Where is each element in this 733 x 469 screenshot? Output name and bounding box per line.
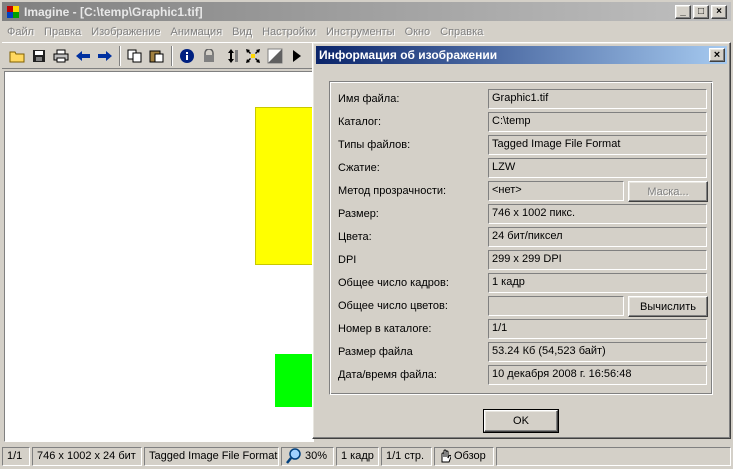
dialog-title: Информация об изображении <box>319 48 498 62</box>
field-row-filename: Имя файла: Graphic1.tif <box>336 89 708 111</box>
status-pages: 1/1 стр. <box>381 446 432 466</box>
field-value: LZW <box>488 158 707 178</box>
back-arrow-icon[interactable] <box>72 45 94 67</box>
field-value: 746 x 1002 пикс. <box>488 204 707 224</box>
image-canvas[interactable] <box>4 71 314 442</box>
print-icon[interactable] <box>50 45 72 67</box>
field-value: 1/1 <box>488 319 707 339</box>
status-view-mode[interactable]: Обзор <box>434 446 494 466</box>
image-info-dialog: Информация об изображении × Имя файла: G… <box>312 42 731 439</box>
play-icon[interactable] <box>286 45 308 67</box>
field-row-color-count: Общее число цветов: Вычислить <box>336 296 708 318</box>
paste-icon[interactable] <box>146 45 168 67</box>
menu-help[interactable]: Справка <box>435 26 488 38</box>
zoom-icon <box>286 448 301 464</box>
dialog-titlebar: Информация об изображении × <box>316 46 727 64</box>
menu-tools[interactable]: Инструменты <box>321 26 400 38</box>
open-folder-icon[interactable] <box>6 45 28 67</box>
field-label: Размер файла <box>338 346 413 358</box>
field-row-file-date: Дата/время файла: 10 декабря 2008 г. 16:… <box>336 365 708 387</box>
field-value: 53.24 Кб (54,523 байт) <box>488 342 707 362</box>
info-fields-group: Имя файла: Graphic1.tif Каталог: C:\temp… <box>329 81 713 395</box>
status-bar: 1/1 746 x 1002 x 24 бит Tagged Image Fil… <box>2 445 731 467</box>
fit-all-icon[interactable] <box>242 45 264 67</box>
field-label: Сжатие: <box>338 162 380 174</box>
status-format: Tagged Image File Format <box>144 446 279 466</box>
minimize-button[interactable]: _ <box>675 4 691 19</box>
dialog-close-button[interactable]: × <box>709 48 725 62</box>
close-button[interactable]: × <box>711 4 727 19</box>
lock-icon[interactable] <box>198 45 220 67</box>
field-label: Дата/время файла: <box>338 369 437 381</box>
field-row-folder-index: Номер в каталоге: 1/1 <box>336 319 708 341</box>
menu-file[interactable]: Файл <box>2 26 39 38</box>
field-label: Размер: <box>338 208 379 220</box>
menu-edit[interactable]: Правка <box>39 26 86 38</box>
field-label: Цвета: <box>338 231 372 243</box>
field-row-dpi: DPI 299 x 299 DPI <box>336 250 708 272</box>
maximize-button[interactable]: □ <box>693 4 709 19</box>
field-label: Типы файлов: <box>338 139 411 151</box>
field-row-filetype: Типы файлов: Tagged Image File Format <box>336 135 708 157</box>
window-title: Imagine - [C:\temp\Graphic1.tif] <box>24 4 203 19</box>
menu-bar: Файл Правка Изображение Анимация Вид Нас… <box>2 22 731 41</box>
status-frame: 1/1 <box>2 446 30 466</box>
field-label: Имя файла: <box>338 93 400 105</box>
field-value: C:\temp <box>488 112 707 132</box>
field-value: 24 бит/пиксел <box>488 227 707 247</box>
transparency-icon[interactable] <box>264 45 286 67</box>
status-empty <box>496 446 731 466</box>
copy-icon[interactable] <box>124 45 146 67</box>
main-titlebar: Imagine - [C:\temp\Graphic1.tif] _ □ × <box>2 2 731 21</box>
status-zoom[interactable]: 30% <box>281 446 334 466</box>
menu-image[interactable]: Изображение <box>86 26 165 38</box>
menu-window[interactable]: Окно <box>400 26 436 38</box>
menu-view[interactable]: Вид <box>227 26 257 38</box>
field-value: Graphic1.tif <box>488 89 707 109</box>
field-value: 299 x 299 DPI <box>488 250 707 270</box>
field-value <box>488 296 624 316</box>
menu-animation[interactable]: Анимация <box>166 26 228 38</box>
hand-icon <box>441 449 451 463</box>
field-row-compression: Сжатие: LZW <box>336 158 708 180</box>
field-row-folder: Каталог: C:\temp <box>336 112 708 134</box>
field-label: Общее число цветов: <box>338 300 448 312</box>
yellow-rectangle <box>255 107 313 265</box>
forward-arrow-icon[interactable] <box>94 45 116 67</box>
field-row-file-size: Размер файла 53.24 Кб (54,523 байт) <box>336 342 708 364</box>
field-label: Номер в каталоге: <box>338 323 432 335</box>
info-icon[interactable] <box>176 45 198 67</box>
menu-settings[interactable]: Настройки <box>257 26 321 38</box>
field-value: Tagged Image File Format <box>488 135 707 155</box>
status-dimensions: 746 x 1002 x 24 бит <box>32 446 142 466</box>
field-row-size: Размер: 746 x 1002 пикс. <box>336 204 708 226</box>
field-label: Метод прозрачности: <box>338 185 447 197</box>
ok-button[interactable]: OK <box>483 409 559 433</box>
zoom-value: 30% <box>305 450 328 462</box>
field-row-colors: Цвета: 24 бит/пиксел <box>336 227 708 249</box>
toolbar-separator <box>119 45 121 66</box>
mask-button[interactable]: Маска... <box>628 181 708 202</box>
field-row-frame-count: Общее число кадров: 1 кадр <box>336 273 708 295</box>
field-label: Каталог: <box>338 116 382 128</box>
field-value: 1 кадр <box>488 273 707 293</box>
field-value: 10 декабря 2008 г. 16:56:48 <box>488 365 707 385</box>
save-icon[interactable] <box>28 45 50 67</box>
field-label: Общее число кадров: <box>338 277 449 289</box>
calculate-button[interactable]: Вычислить <box>628 296 708 317</box>
field-value: <нет> <box>488 181 624 201</box>
toolbar-separator <box>171 45 173 66</box>
green-rectangle <box>275 354 313 407</box>
fit-height-icon[interactable] <box>220 45 242 67</box>
status-frames: 1 кадр <box>336 446 379 466</box>
field-label: DPI <box>338 254 357 266</box>
view-mode-label: Обзор <box>454 450 486 462</box>
app-icon <box>6 5 20 19</box>
field-row-transparency: Метод прозрачности: <нет> Маска... <box>336 181 708 203</box>
